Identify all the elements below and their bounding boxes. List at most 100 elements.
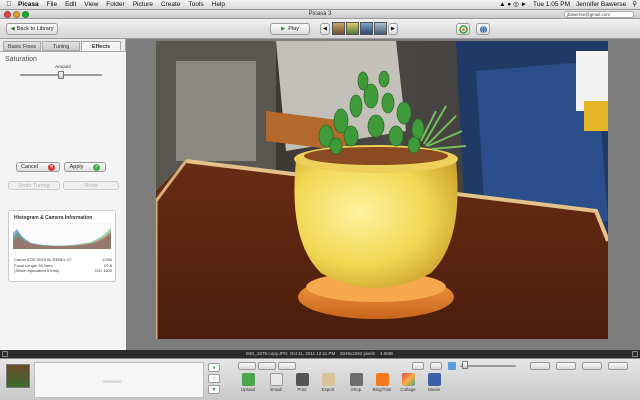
menu-app-picasa[interactable]: Picasa <box>14 0 43 10</box>
hold-icon[interactable]: ● <box>208 363 220 372</box>
print-icon <box>295 373 309 386</box>
view-mode-button[interactable] <box>412 362 424 370</box>
apply-button[interactable]: Apply ✓ <box>64 162 106 172</box>
selected-photo-thumbnail[interactable] <box>6 364 30 388</box>
compare-button[interactable] <box>430 362 442 370</box>
collapse-icon[interactable] <box>2 351 8 357</box>
window-title: Picasa 3 <box>308 11 332 17</box>
undo-tuning-button[interactable]: Undo Tuning <box>8 181 60 190</box>
tray-side-buttons: ● ○ ▼ <box>208 363 222 397</box>
tab-basic-fixes[interactable]: Basic Fixes <box>3 41 41 51</box>
next-photo-button[interactable]: ▶ <box>388 23 398 35</box>
file-date: Oct 11, 2011 12:11 PM <box>290 351 336 356</box>
account-email[interactable]: jbawerse@gmail.com <box>564 11 634 18</box>
histogram-title: Histogram & Camera Information <box>14 215 93 221</box>
effects-subpanel: Saturation Amount Cancel ✕ Apply ✓ Undo … <box>0 51 126 350</box>
shop-label: Shop <box>350 387 362 392</box>
clear-icon[interactable]: ○ <box>208 374 220 383</box>
apply-label: Apply <box>69 164 84 170</box>
export-button[interactable]: Export <box>318 373 338 392</box>
clock[interactable]: Tue 1:05 PM <box>530 0 573 10</box>
prev-arrow-icon: ◀ <box>322 26 328 32</box>
menu-folder[interactable]: Folder <box>102 0 128 10</box>
print-button[interactable]: Print <box>292 373 312 392</box>
status-icons[interactable]: ▲ ● ◎ ► <box>496 0 530 10</box>
file-dimensions: 2048x2292 pixels <box>340 351 376 356</box>
apple-icon[interactable]:  <box>4 1 14 8</box>
export-folder-icon <box>321 373 335 386</box>
edit-panel: Basic Fixes Tuning Effects Saturation Am… <box>0 39 126 350</box>
amount-slider-knob[interactable] <box>58 71 64 79</box>
collage-icon <box>401 373 415 386</box>
back-to-library-label: Back to Library <box>16 26 54 32</box>
photo-image <box>156 41 608 339</box>
menu-tools[interactable]: Tools <box>184 0 207 10</box>
histogram-panel: Histogram & Camera Information Canon EOS… <box>8 210 116 282</box>
menu-picture[interactable]: Picture <box>129 0 157 10</box>
collage-button[interactable]: Collage <box>398 373 418 392</box>
filmstrip-thumbnail[interactable] <box>332 22 345 35</box>
export-label: Export <box>321 387 335 392</box>
menu-view[interactable]: View <box>80 0 102 10</box>
movie-label: Movie <box>427 387 440 392</box>
filmstrip-thumbnail[interactable] <box>346 22 359 35</box>
redo-button[interactable]: Redo <box>63 181 119 190</box>
globe-icon <box>479 25 487 33</box>
menu-help[interactable]: Help <box>208 0 229 10</box>
camera-info: Canon EOS DIGITAL REBEL XT 1/30s Focal Le… <box>14 257 112 274</box>
upload-icon <box>241 373 255 386</box>
filmstrip-thumbnail[interactable] <box>360 22 373 35</box>
zoom-slider-knob[interactable] <box>462 361 468 369</box>
movie-icon <box>427 373 441 386</box>
rotate-right-button[interactable] <box>278 362 296 370</box>
file-name: IMG_3275-copy.JPG <box>246 351 288 356</box>
status-bar: IMG_3275-copy.JPG Oct 11, 2011 12:11 PM … <box>0 350 640 358</box>
expand-icon[interactable] <box>632 351 638 357</box>
email-button[interactable]: Email <box>266 373 286 392</box>
movie-button[interactable]: Movie <box>424 373 444 392</box>
previous-photo-button[interactable]: ◀ <box>320 23 330 35</box>
collage-label: Collage <box>400 387 416 392</box>
photo[interactable] <box>156 41 608 339</box>
print-label: Print <box>297 387 307 392</box>
mac-menubar:  Picasa File Edit View Folder Picture C… <box>0 0 640 10</box>
upload-label: Upload <box>240 387 256 392</box>
file-size: 4.6MB <box>380 351 394 356</box>
filmstrip-thumbnail[interactable] <box>374 22 387 35</box>
next-arrow-icon: ▶ <box>390 26 396 32</box>
star-button[interactable] <box>238 362 256 370</box>
places-button[interactable] <box>556 362 576 370</box>
zoom-slider-track[interactable] <box>460 365 516 367</box>
zoom-out-icon[interactable] <box>448 362 456 370</box>
menu-edit[interactable]: Edit <box>61 0 80 10</box>
tags-button[interactable] <box>582 362 602 370</box>
upload-button[interactable]: Upload <box>238 373 258 392</box>
rotate-left-button[interactable] <box>258 362 276 370</box>
shop-button[interactable]: Shop <box>346 373 366 392</box>
email-label: Email <box>270 387 282 392</box>
add-to-album-icon[interactable]: ▼ <box>208 385 220 394</box>
window-titlebar: Picasa 3 jbawerse@gmail.com <box>0 10 640 19</box>
cancel-label: Cancel <box>20 164 39 170</box>
people-button[interactable] <box>530 362 550 370</box>
tab-effects[interactable]: Effects <box>81 41 121 51</box>
selection-label: Selection <box>103 379 122 384</box>
effect-title: Saturation <box>5 56 37 63</box>
web-albums-button[interactable] <box>476 23 490 35</box>
menu-file[interactable]: File <box>43 0 61 10</box>
back-to-library-button[interactable]: ◀ Back to Library <box>6 23 58 35</box>
spotlight-icon[interactable]: ⚲ <box>629 0 640 10</box>
menu-create[interactable]: Create <box>157 0 185 10</box>
toolbar: ◀ Back to Library ▶ Play ◀ ▶ <box>0 19 640 39</box>
tab-tuning[interactable]: Tuning <box>42 41 80 51</box>
apply-check-icon: ✓ <box>93 163 101 171</box>
play-slideshow-button[interactable]: ▶ Play <box>270 23 310 35</box>
back-arrow-icon: ◀ <box>10 26 15 32</box>
photo-viewer <box>126 39 640 350</box>
blogthis-button[interactable]: BlogThis! <box>372 373 392 392</box>
rotate-button[interactable] <box>456 23 470 35</box>
iso: ISO 1600 <box>95 268 112 273</box>
user-name[interactable]: Jennifer Bawerse <box>573 0 629 10</box>
info-button[interactable] <box>608 362 628 370</box>
cancel-button[interactable]: Cancel ✕ <box>16 162 60 172</box>
